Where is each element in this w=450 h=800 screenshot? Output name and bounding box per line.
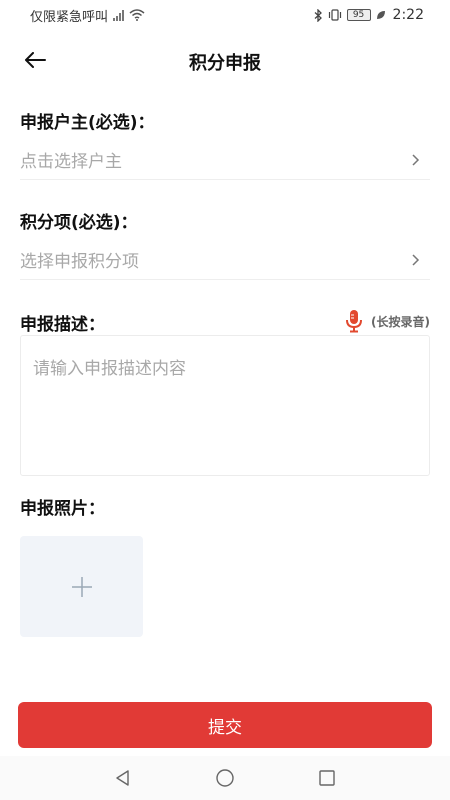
carrier-text: 仅限紧急呼叫 xyxy=(30,9,109,25)
header: 积分申报 xyxy=(0,40,450,80)
household-select[interactable]: 点击选择户主 xyxy=(20,140,430,180)
status-bar: 仅限紧急呼叫 95 2:22 xyxy=(0,0,450,30)
system-nav-bar xyxy=(0,756,450,800)
triangle-back-icon xyxy=(116,770,129,786)
clock-time: 2:22 xyxy=(392,7,424,23)
item-placeholder: 选择申报积分项 xyxy=(20,252,139,272)
voice-hint: (长按录音) xyxy=(371,314,430,329)
chevron-right-icon xyxy=(412,153,420,166)
household-placeholder: 点击选择户主 xyxy=(20,152,122,172)
microphone-icon xyxy=(346,310,363,333)
status-left: 仅限紧急呼叫 xyxy=(30,6,145,25)
nav-home-button[interactable] xyxy=(212,765,238,791)
plus-icon xyxy=(71,576,92,597)
household-label: 申报户主(必选)： xyxy=(20,113,155,133)
nav-back-button[interactable] xyxy=(110,765,136,791)
status-right: 95 2:22 xyxy=(314,7,424,23)
description-input[interactable] xyxy=(20,335,430,476)
wifi-icon xyxy=(129,9,145,21)
submit-button[interactable]: 提交 xyxy=(18,702,432,748)
circle-home-icon xyxy=(216,769,234,787)
voice-record-button[interactable]: (长按录音) xyxy=(345,308,430,334)
vibrate-icon xyxy=(328,9,341,21)
signal-icon xyxy=(113,9,125,21)
square-recents-icon xyxy=(319,770,335,786)
nav-recents-button[interactable] xyxy=(314,765,340,791)
photo-label: 申报照片： xyxy=(20,499,105,519)
item-label: 积分项(必选)： xyxy=(20,213,138,233)
item-select[interactable]: 选择申报积分项 xyxy=(20,240,430,280)
leaf-icon xyxy=(376,11,385,19)
page-title: 积分申报 xyxy=(189,53,261,74)
chevron-right-icon xyxy=(412,253,420,266)
battery-icon: 95 xyxy=(346,9,371,21)
screen: 仅限紧急呼叫 95 2:22 积分申报 申报户主(必选)： 点击选择户主 积分项… xyxy=(0,0,450,800)
add-photo-button[interactable] xyxy=(20,536,143,637)
bluetooth-icon xyxy=(314,8,322,22)
description-label: 申报描述： xyxy=(20,315,105,335)
